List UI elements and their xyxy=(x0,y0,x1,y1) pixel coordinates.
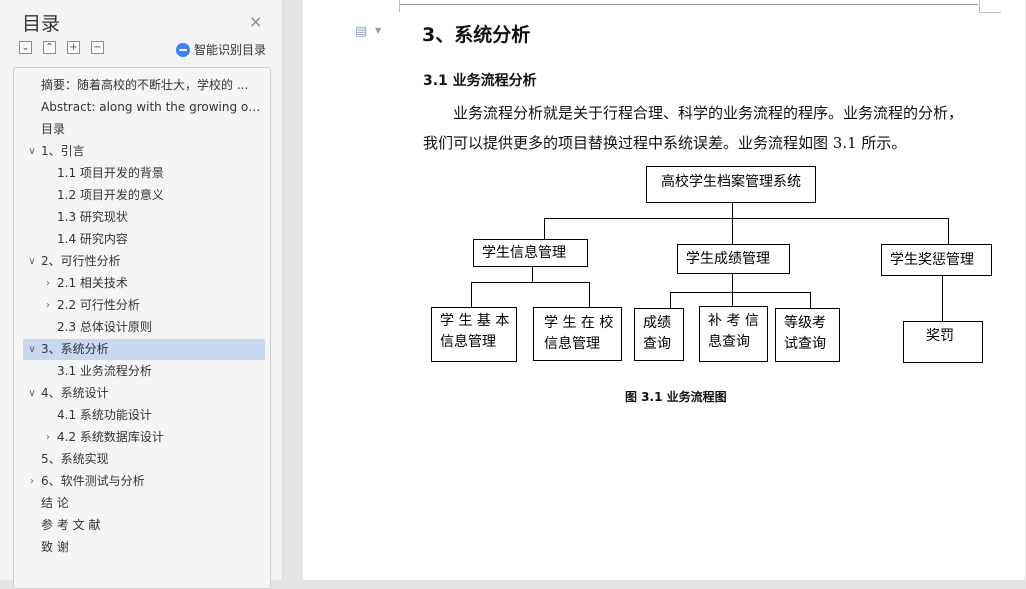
outline-item[interactable]: › 2.2 可行性分析 xyxy=(23,295,265,316)
flow-node-grades: 学生成绩管理 xyxy=(677,244,790,274)
flow-leaf: 奖罚 xyxy=(903,321,983,363)
outline-item-label: 致 谢 xyxy=(41,540,69,554)
outline-item-label: 2.2 可行性分析 xyxy=(57,298,140,312)
outline-item[interactable]: 4.1 系统功能设计 xyxy=(23,405,265,426)
expand-all-icon[interactable]: ⌄ xyxy=(19,41,32,54)
connector xyxy=(810,292,811,308)
chevron-down-icon[interactable]: ∨ xyxy=(27,141,37,162)
outline-item[interactable]: 结 论 xyxy=(23,493,265,514)
outline-item-label: 4、系统设计 xyxy=(41,386,109,400)
connector xyxy=(589,282,590,307)
flow-leaf: 学 生 在 校 信息管理 xyxy=(533,307,622,361)
outline-item[interactable]: 1.4 研究内容 xyxy=(23,229,265,250)
connector xyxy=(942,276,943,321)
outline-item[interactable]: ∨ 2、可行性分析 xyxy=(23,251,265,272)
smart-toc-button[interactable]: 智能识别目录 xyxy=(176,41,266,58)
ai-icon xyxy=(176,42,190,57)
connector xyxy=(544,218,948,219)
document-area: ▤ ▼ 3、系统分析 3.1 业务流程分析 业务流程分析就是关于行程合理、科学的… xyxy=(283,0,1026,580)
outline-item-label: 1.3 研究现状 xyxy=(57,210,128,224)
smart-toc-label: 智能识别目录 xyxy=(194,43,267,57)
outline-item[interactable]: 3.1 业务流程分析 xyxy=(23,361,265,382)
outline-item-label: 5、系统实现 xyxy=(41,452,109,466)
outline-item-label: Abstract: along with the growing of... xyxy=(41,100,263,114)
flow-leaf: 补 考 信 息查询 xyxy=(699,306,768,362)
connector xyxy=(732,218,733,244)
outline-item-label: 1.4 研究内容 xyxy=(57,232,128,246)
outline-item-label: 2.1 相关技术 xyxy=(57,276,128,290)
chevron-right-icon[interactable]: › xyxy=(43,295,53,316)
close-icon[interactable]: × xyxy=(249,12,262,31)
document-page[interactable]: ▤ ▼ 3、系统分析 3.1 业务流程分析 业务流程分析就是关于行程合理、科学的… xyxy=(303,0,1025,580)
outline-item-label: 6、软件测试与分析 xyxy=(41,474,145,488)
outline-item[interactable]: ∨ 1、引言 xyxy=(23,141,265,162)
outline-item-label: 3、系统分析 xyxy=(41,342,109,356)
connector xyxy=(544,218,545,239)
figure-caption: 图 3.1 业务流程图 xyxy=(625,390,727,404)
outline-item-label: 1.2 项目开发的意义 xyxy=(57,188,164,202)
outline-item[interactable]: › 6、软件测试与分析 xyxy=(23,471,265,492)
outline-item[interactable]: Abstract: along with the growing of... xyxy=(23,97,265,118)
connector xyxy=(948,218,949,244)
chevron-right-icon[interactable]: › xyxy=(43,427,53,448)
chevron-down-icon[interactable]: ∨ xyxy=(27,383,37,404)
outline-item[interactable]: 致 谢 xyxy=(23,537,265,558)
outline-item[interactable]: 目录 xyxy=(23,119,265,140)
outline-item[interactable]: 1.3 研究现状 xyxy=(23,207,265,228)
add-heading-icon[interactable]: + xyxy=(67,41,80,54)
outline-pane: 目录 × ⌄ ⌃ + − 智能识别目录 摘要：随着高校的不断壮大，学校的 ...… xyxy=(0,0,283,589)
flow-node-rewards: 学生奖惩管理 xyxy=(881,244,992,276)
outline-item[interactable]: ∨ 4、系统设计 xyxy=(23,383,265,404)
flowchart-figure: 高校学生档案管理系统 学生信息管理 学生成绩管理 学生奖惩管理 学 生 基 本 … xyxy=(303,0,1025,580)
outline-item[interactable]: 摘要：随着高校的不断壮大，学校的 ... xyxy=(23,75,265,96)
outline-list: 摘要：随着高校的不断壮大，学校的 ... Abstract: along with… xyxy=(13,67,271,589)
outline-item[interactable]: 1.1 项目开发的背景 xyxy=(23,163,265,184)
flow-leaf: 学 生 基 本 信息管理 xyxy=(431,307,517,362)
outline-item[interactable]: › 2.1 相关技术 xyxy=(23,273,265,294)
outline-item-label: 3.1 业务流程分析 xyxy=(57,364,152,378)
outline-item-label: 1.1 项目开发的背景 xyxy=(57,166,164,180)
outline-item[interactable]: 5、系统实现 xyxy=(23,449,265,470)
collapse-all-icon[interactable]: ⌃ xyxy=(43,41,56,54)
connector xyxy=(732,203,733,218)
connector xyxy=(471,282,589,283)
outline-item-label: 参 考 文 献 xyxy=(41,518,101,532)
chevron-right-icon[interactable]: › xyxy=(27,471,37,492)
outline-item[interactable]: 参 考 文 献 xyxy=(23,515,265,536)
outline-item[interactable]: ∨ 3、系统分析 xyxy=(23,339,265,360)
remove-heading-icon[interactable]: − xyxy=(91,41,104,54)
outline-item[interactable]: 1.2 项目开发的意义 xyxy=(23,185,265,206)
chevron-down-icon[interactable]: ∨ xyxy=(27,339,37,360)
connector xyxy=(670,292,671,308)
connector xyxy=(532,267,533,282)
outline-item[interactable]: 2.3 总体设计原则 xyxy=(23,317,265,338)
outline-item[interactable]: › 4.2 系统数据库设计 xyxy=(23,427,265,448)
flow-leaf: 等级考 试查询 xyxy=(775,308,840,362)
outline-item-label: 结 论 xyxy=(41,496,69,510)
outline-title: 目录 xyxy=(22,13,61,35)
flow-leaf: 成绩 查询 xyxy=(634,308,684,361)
outline-item-label: 目录 xyxy=(41,122,66,136)
outline-item-label: 2.3 总体设计原则 xyxy=(57,320,152,334)
outline-item-label: 摘要：随着高校的不断壮大，学校的 ... xyxy=(41,78,249,92)
chevron-down-icon[interactable]: ∨ xyxy=(27,251,37,272)
outline-item-label: 4.1 系统功能设计 xyxy=(57,408,152,422)
flow-node-info: 学生信息管理 xyxy=(473,239,588,267)
outline-item-label: 2、可行性分析 xyxy=(41,254,121,268)
connector xyxy=(471,282,472,307)
outline-item-label: 4.2 系统数据库设计 xyxy=(57,430,164,444)
connector xyxy=(732,274,733,292)
connector xyxy=(670,292,810,293)
chevron-right-icon[interactable]: › xyxy=(43,273,53,294)
outline-item-label: 1、引言 xyxy=(41,144,85,158)
flow-node-root: 高校学生档案管理系统 xyxy=(646,166,816,203)
connector xyxy=(732,292,733,306)
